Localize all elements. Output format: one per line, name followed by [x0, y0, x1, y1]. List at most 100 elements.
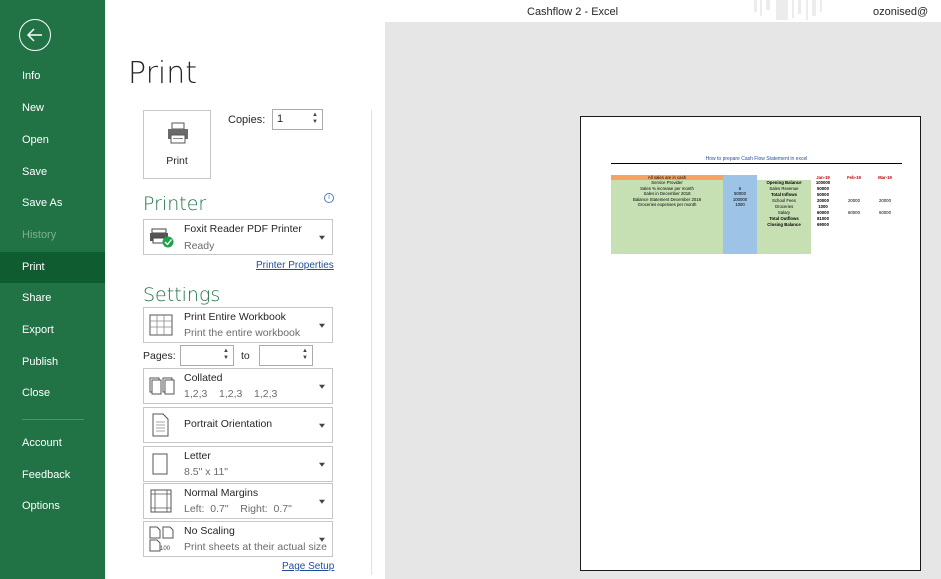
pages-to-input[interactable]: ▲ ▼ [259, 345, 313, 366]
pages-from-spin-icon[interactable]: ▲ ▼ [222, 348, 230, 363]
scaling-select[interactable]: 100 No Scaling Print sheets at their act… [143, 521, 333, 557]
back-arrow-icon[interactable] [19, 19, 51, 51]
chevron-down-icon [319, 384, 325, 389]
print-what-title: Print Entire Workbook [184, 311, 286, 323]
pane-divider [371, 110, 372, 575]
chevron-down-icon [319, 323, 325, 328]
paper-size-icon [152, 453, 168, 475]
preview-right-row-value: 50000 [817, 186, 829, 191]
preview-right-row-label: Total Inflows [771, 192, 797, 197]
printer-status: Ready [184, 240, 215, 252]
sidebar-item-close[interactable]: Close [0, 378, 105, 409]
paper-size-title: Letter [184, 450, 211, 462]
preview-left-row-label: Sales % increase per month [640, 185, 694, 191]
preview-right-row-label: Total Outflows [769, 216, 799, 221]
user-account-name[interactable]: ozonised@ [873, 6, 928, 18]
preview-right-row-value: 60000 [848, 210, 860, 215]
sidebar-item-history: History [22, 229, 57, 241]
sidebar-item-export[interactable]: Export [0, 315, 105, 346]
collation-subtitle: 1,2,3 1,2,3 1,2,3 [184, 388, 278, 400]
preview-right-row-label: Sales Revenue [769, 186, 799, 191]
preview-left-row-value: 6 [738, 185, 742, 191]
print-what-subtitle: Print the entire workbook [184, 327, 301, 339]
sidebar-item-account[interactable]: Account [0, 428, 105, 459]
sidebar-item-options[interactable]: Options [0, 491, 105, 522]
preview-right-row-value: 100000 [815, 180, 831, 185]
preview-page: How to prepare Cash Flow Statement in ex… [580, 116, 921, 571]
collated-pages-icon [149, 377, 175, 395]
print-button[interactable]: Print [143, 110, 211, 179]
preview-right-row-value: 20000 [848, 198, 860, 203]
preview-right-row-value: 60000 [817, 210, 829, 215]
collation-select[interactable]: Collated 1,2,3 1,2,3 1,2,3 [143, 368, 333, 404]
copies-spin-icon[interactable]: ▲ ▼ [311, 112, 319, 127]
printer-icon [168, 122, 188, 144]
print-button-label: Print [166, 155, 188, 167]
sidebar-item-info[interactable]: Info [0, 61, 105, 92]
preview-right-row-label: Salary [777, 210, 791, 215]
orientation-title: Portrait Orientation [184, 418, 273, 430]
printer-properties-link[interactable]: Printer Properties [256, 260, 334, 271]
preview-left-row-label: Groceries expenses per month [637, 202, 697, 207]
orientation-select[interactable]: Portrait Orientation [143, 407, 333, 443]
margins-subtitle: Left: 0.7" Right: 0.7" [184, 503, 292, 515]
preview-right-row-label: Closing Balance [767, 222, 801, 227]
preview-left-row-label: Sales in December 2018 [643, 191, 691, 196]
preview-right-row-label: Opening Balance [766, 180, 802, 185]
sidebar-item-share[interactable]: Share [0, 283, 105, 314]
page-title: Print [128, 56, 198, 91]
printer-heading: Printer [143, 193, 207, 215]
printer-select[interactable]: Foxit Reader PDF Printer Ready [143, 219, 333, 255]
printer-name: Foxit Reader PDF Printer [184, 223, 302, 235]
preview-left-row-label: Balance Statement December 2018 [632, 196, 702, 202]
chevron-down-icon [319, 499, 325, 504]
pages-from-input[interactable]: ▲ ▼ [180, 345, 234, 366]
sidebar-item-save[interactable]: Save [0, 157, 105, 188]
scaling-subtitle: Print sheets at their actual size [184, 541, 327, 553]
preview-right-row-value: 1000 [818, 204, 828, 209]
excel-backstage: Info New Open Save Save As History Print… [0, 0, 941, 579]
paper-size-subtitle: 8.5" x 11" [184, 466, 229, 478]
sidebar-item-save-as[interactable]: Save As [0, 188, 105, 219]
margins-icon [150, 489, 172, 513]
portrait-page-icon [152, 413, 169, 437]
preview-month-header: Feb-19 [847, 175, 861, 180]
titlebar-decoration-icon [754, 0, 822, 20]
chevron-down-icon [319, 235, 325, 240]
preview-right-row-label: School Fees [772, 198, 796, 203]
sidebar-item-new[interactable]: New [0, 93, 105, 124]
sidebar-item-print[interactable]: Print [0, 252, 105, 283]
copies-label: Copies: [228, 114, 266, 126]
scaling-icon-text: 100 [160, 546, 171, 552]
preview-sheet-title: How to prepare Cash Flow Statement in ex… [611, 156, 902, 164]
margins-select[interactable]: Normal Margins Left: 0.7" Right: 0.7" [143, 483, 333, 519]
preview-left-row-label: Service Provider [651, 180, 683, 185]
collation-title: Collated [184, 372, 223, 384]
paper-size-select[interactable]: Letter 8.5" x 11" [143, 446, 333, 482]
preview-right-row-label: Groceries [774, 204, 794, 209]
preview-left-row-value: 1000 [735, 202, 745, 207]
backstage-sidebar: Info New Open Save Save As History Print… [0, 0, 105, 579]
preview-right-row-value: 50000 [817, 192, 829, 197]
worksheet-icon [149, 314, 173, 336]
sidebar-item-open[interactable]: Open [0, 125, 105, 156]
printer-ready-icon [150, 228, 174, 248]
preview-right-row-value: 20000 [817, 198, 829, 203]
window-title: Cashflow 2 - Excel [527, 6, 619, 18]
preview-right-row-value: 60000 [879, 210, 891, 215]
preview-left-row-value: 50000 [734, 191, 746, 196]
sidebar-item-feedback[interactable]: Feedback [0, 460, 105, 491]
page-setup-link[interactable]: Page Setup [282, 561, 334, 572]
preview-month-header: Mar-19 [878, 175, 892, 180]
chevron-down-icon [319, 537, 325, 542]
copies-stepper[interactable]: 1 ▲ ▼ [272, 109, 323, 130]
sidebar-item-publish[interactable]: Publish [0, 347, 105, 378]
preview-left-row-value: 100000 [732, 196, 748, 202]
info-icon[interactable]: i [324, 193, 334, 203]
pages-to-spin-icon[interactable]: ▲ ▼ [301, 348, 309, 363]
pages-to-label: to [241, 350, 250, 362]
chevron-down-icon [319, 462, 325, 467]
preview-right-row-value: 81000 [817, 216, 829, 221]
print-what-select[interactable]: Print Entire Workbook Print the entire w… [143, 307, 333, 343]
pages-label: Pages: [143, 350, 176, 362]
